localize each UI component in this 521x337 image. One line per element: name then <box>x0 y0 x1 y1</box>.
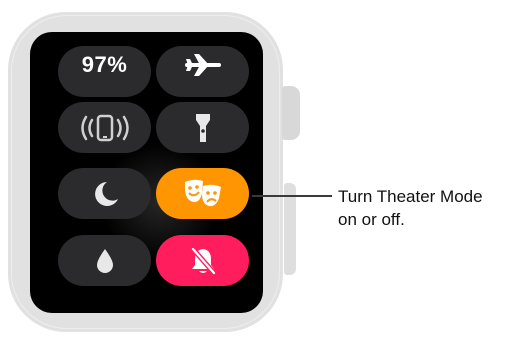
water-drop-icon <box>96 248 113 273</box>
silent-mode-button[interactable] <box>156 235 249 286</box>
side-button[interactable] <box>284 183 296 275</box>
moon-icon <box>94 181 118 206</box>
callout-line <box>252 195 332 197</box>
digital-crown[interactable] <box>282 86 300 140</box>
theater-masks-icon <box>184 179 221 206</box>
airplane-icon <box>184 53 221 76</box>
watch-screen: 97% <box>30 32 263 313</box>
battery-tile[interactable]: 97% <box>58 46 151 97</box>
do-not-disturb-button[interactable] <box>58 168 151 219</box>
ping-iphone-icon <box>80 114 129 141</box>
theater-mode-button[interactable] <box>156 168 249 219</box>
callout-line-1: Turn Theater Mode <box>338 187 483 206</box>
water-lock-button[interactable] <box>58 235 151 286</box>
flashlight-icon <box>195 113 210 142</box>
callout-text: Turn Theater Mode on or off. <box>338 185 518 231</box>
bell-slash-icon <box>190 246 216 275</box>
ping-iphone-button[interactable] <box>58 102 151 153</box>
flashlight-button[interactable] <box>156 102 249 153</box>
airplane-mode-button[interactable] <box>156 46 249 97</box>
callout-line-2: on or off. <box>338 210 405 229</box>
battery-percentage: 97% <box>81 51 128 77</box>
